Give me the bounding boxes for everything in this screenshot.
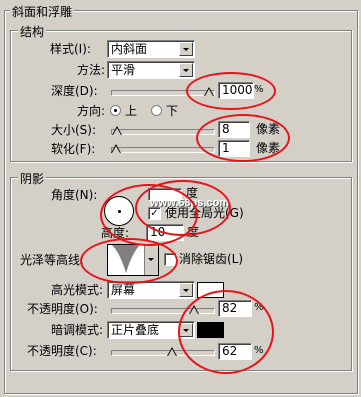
shadow-mode-label: 暗调模式:: [51, 323, 104, 337]
annotation-oval-size-soften: [196, 114, 290, 162]
direction-down-label: 下: [166, 104, 179, 118]
chevron-down-icon[interactable]: [179, 42, 193, 56]
highlight-opacity-label: 不透明度(O):: [27, 302, 98, 316]
style-select[interactable]: 内斜面: [107, 40, 195, 58]
depth-label: 深度(D):: [51, 84, 98, 98]
annotation-oval-opacity: [178, 290, 274, 374]
chevron-down-icon[interactable]: [179, 63, 193, 77]
shadow-opacity-label: 不透明度(C):: [27, 344, 97, 358]
antialias-label: 消除锯齿(L): [179, 252, 244, 266]
method-select[interactable]: 平滑: [107, 61, 195, 79]
shading-title: 阴影: [18, 170, 47, 187]
shadow-opacity-slider-thumb[interactable]: [167, 347, 177, 356]
direction-up-label: 上: [125, 104, 138, 118]
soften-slider-thumb[interactable]: [111, 144, 121, 153]
size-label: 大小(S):: [51, 123, 97, 137]
method-label: 方法:: [77, 63, 106, 77]
direction-up-radio[interactable]: [110, 105, 121, 116]
angle-label: 角度(N):: [51, 188, 98, 202]
direction-down-radio[interactable]: [151, 105, 162, 116]
highlight-mode-label: 高光模式:: [51, 283, 104, 297]
gloss-contour-label: 光泽等高线:: [20, 253, 85, 267]
size-slider-thumb[interactable]: [112, 126, 122, 135]
annotation-oval-depth: [186, 72, 276, 110]
bevel-emboss-title: 斜面和浮雕: [10, 3, 75, 20]
direction-label: 方向:: [77, 104, 106, 118]
annotation-oval-angle: [100, 184, 198, 246]
style-value: 内斜面: [111, 42, 148, 56]
chevron-down-icon[interactable]: [179, 283, 193, 297]
structure-title: 结构: [18, 23, 47, 40]
method-value: 平滑: [111, 63, 136, 77]
style-label: 样式(I):: [50, 42, 91, 56]
soften-label: 软化(F):: [51, 142, 96, 156]
annotation-oval-contour: [80, 238, 178, 284]
